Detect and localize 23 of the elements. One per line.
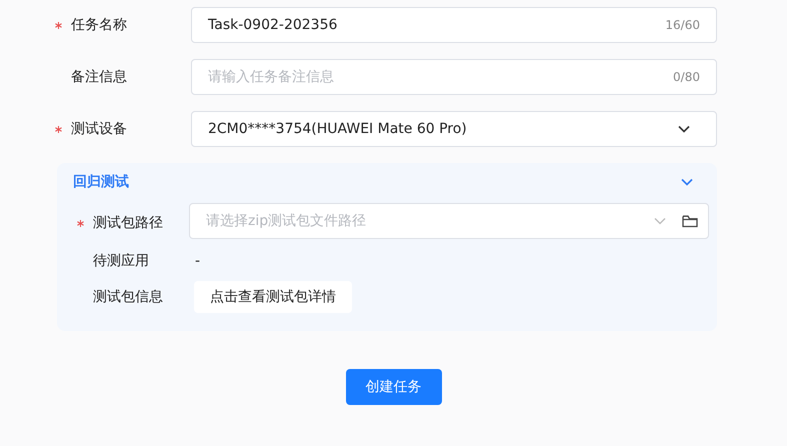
input-field[interactable]: Task-0902-202356 16/60 bbox=[191, 7, 717, 43]
character-counter: 16/60 bbox=[665, 18, 700, 32]
select-value: 2CM0****3754(HUAWEI Mate 60 Pro) bbox=[208, 121, 468, 137]
character-counter: 0/80 bbox=[673, 70, 700, 84]
view-details-button[interactable]: 点击查看测试包详情 bbox=[194, 281, 352, 313]
chevron-down-icon[interactable] bbox=[681, 178, 693, 186]
field-label: 测试设备 bbox=[71, 120, 127, 138]
select-field[interactable]: 2CM0****3754(HUAWEI Mate 60 Pro) bbox=[191, 111, 717, 147]
section-title: 回归测试 bbox=[73, 173, 129, 191]
input-value: Task-0902-202356 bbox=[208, 17, 338, 33]
placeholder-text: 请选择zip测试包文件路径 bbox=[206, 212, 368, 230]
chevron-down-icon bbox=[678, 125, 690, 133]
field-label: 备注信息 bbox=[71, 68, 127, 86]
placeholder-text: 请输入任务备注信息 bbox=[208, 68, 335, 86]
field-label: 待测应用 bbox=[93, 252, 149, 270]
folder-icon[interactable] bbox=[682, 214, 698, 228]
field-label: 测试包信息 bbox=[93, 288, 163, 306]
input-field[interactable]: 请输入任务备注信息 0/80 bbox=[191, 59, 717, 95]
chevron-down-icon bbox=[654, 217, 666, 225]
field-value: - bbox=[195, 253, 200, 269]
create-task-button[interactable]: 创建任务 bbox=[346, 369, 442, 405]
field-label: 测试包路径 bbox=[93, 214, 163, 232]
field-label: 任务名称 bbox=[71, 16, 127, 34]
